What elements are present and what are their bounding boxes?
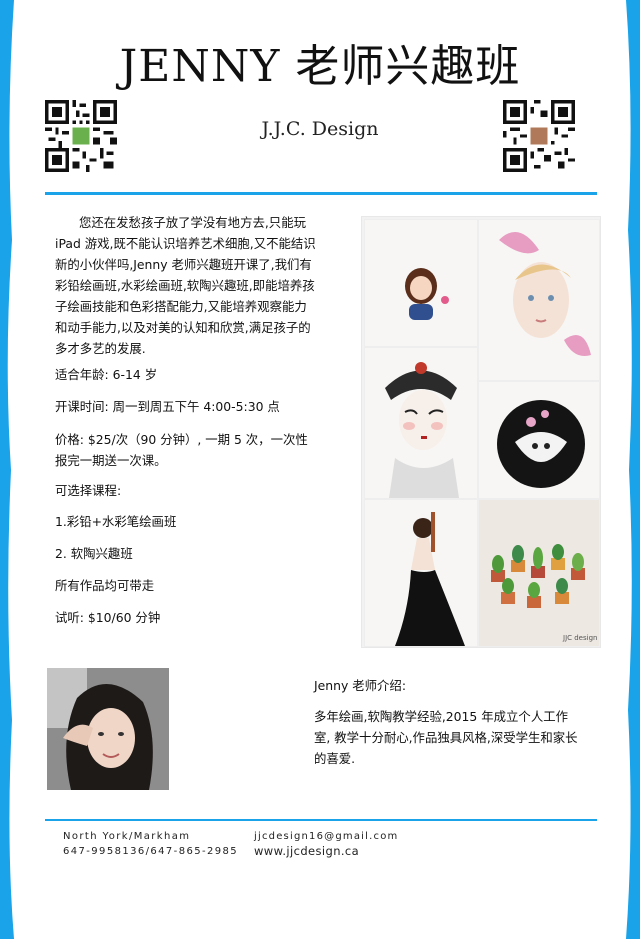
price-info: 价格: $25/次（90 分钟）, 一期 5 次，一次性报完一期送一次课。 <box>55 432 308 468</box>
footer-divider <box>45 819 597 821</box>
header-divider <box>45 192 597 195</box>
course-item: 2. 软陶兴趣班 <box>55 546 133 561</box>
course-item: 1.彩铅+水彩笔绘画班 <box>55 514 177 529</box>
page-title: JENNY 老师兴趣班 <box>119 41 521 92</box>
takeaway-note: 所有作品均可带走 <box>55 578 155 593</box>
bio-text: 多年绘画,软陶教学经验,2015 年成立个人工作室, 教学十分耐心,作品独具风格… <box>314 709 578 766</box>
courses-label: 可选择课程: <box>55 483 122 498</box>
artist-signature: JJC design <box>562 634 597 642</box>
intro-paragraph: 您还在发愁孩子放了学没有地方去,只能玩 iPad 游戏,既不能认识培养艺术细胞,… <box>55 215 316 356</box>
phone-numbers: 647-9958136/647-865-2985 <box>63 846 239 857</box>
bio-title: Jenny 老师介绍: <box>314 678 406 693</box>
footer-contact-left: North York/Markham 647-9958136/647-865-2… <box>63 829 238 859</box>
artwork-collage: JJC design <box>361 216 601 648</box>
artwork-circle-ink <box>478 381 600 499</box>
artwork-dress-figure <box>364 499 478 647</box>
right-border-bar <box>626 0 640 939</box>
artwork-cartoon-girl <box>364 219 478 347</box>
artwork-clay-cactus: JJC design <box>478 499 600 647</box>
artwork-floral-portrait <box>478 219 600 381</box>
wechat-qr-code <box>45 100 117 172</box>
left-border-bar <box>0 0 14 939</box>
trial-price: 试听: $10/60 分钟 <box>55 610 161 625</box>
age-range: 适合年龄: 6-14 岁 <box>55 367 158 382</box>
artwork-opera-portrait <box>364 347 478 499</box>
website-link[interactable]: www.jjcdesign.ca <box>254 844 398 859</box>
location-text: North York/Markham <box>63 831 191 842</box>
email-link[interactable]: jjcdesign16@gmail.com <box>254 829 398 844</box>
website-qr-code <box>503 100 575 172</box>
class-schedule: 开课时间: 周一到周五下午 4:00-5:30 点 <box>55 399 280 414</box>
teacher-photo <box>47 668 169 790</box>
footer-contact-right: jjcdesign16@gmail.com www.jjcdesign.ca <box>254 829 398 859</box>
